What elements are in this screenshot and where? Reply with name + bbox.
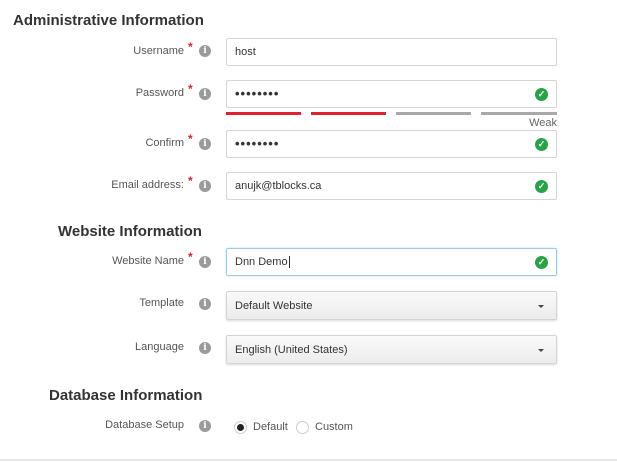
- check-icon: ✓: [535, 180, 548, 193]
- info-icon[interactable]: i: [199, 256, 211, 268]
- template-label: Template: [139, 297, 184, 309]
- database-setup-label: Database Setup: [105, 419, 184, 431]
- password-strength-text: Weak: [529, 117, 557, 129]
- required-marker: *: [188, 174, 193, 188]
- radio-custom[interactable]: [296, 421, 309, 434]
- check-icon: ✓: [535, 88, 548, 101]
- confirm-password-input[interactable]: •••••••• ✓: [226, 130, 557, 158]
- strength-bar-2: [311, 112, 386, 115]
- check-icon: ✓: [535, 256, 548, 269]
- template-value: Default Website: [235, 300, 313, 312]
- caret-down-icon: [538, 349, 544, 352]
- strength-bar-3: [396, 112, 471, 115]
- website-name-label: Website Name: [112, 255, 184, 267]
- website-section-heading: Website Information: [58, 223, 202, 240]
- website-name-input[interactable]: Dnn Demo ✓: [226, 248, 557, 276]
- password-value: ••••••••: [235, 86, 280, 101]
- website-name-value: Dnn Demo: [235, 256, 288, 268]
- bottom-divider: [0, 459, 617, 461]
- info-icon[interactable]: i: [199, 88, 211, 100]
- email-value: anujk@tblocks.ca: [235, 180, 322, 192]
- radio-default[interactable]: [234, 421, 247, 434]
- password-label: Password: [135, 87, 184, 99]
- password-input[interactable]: •••••••• ✓: [226, 80, 557, 108]
- required-marker: *: [188, 250, 193, 264]
- strength-bar-1: [226, 112, 301, 115]
- confirm-label: Confirm: [145, 137, 184, 149]
- info-icon[interactable]: i: [199, 342, 211, 354]
- username-label: Username: [133, 45, 184, 57]
- template-select[interactable]: Default Website: [226, 291, 557, 320]
- check-icon: ✓: [535, 138, 548, 151]
- radio-default-label[interactable]: Default: [253, 421, 288, 433]
- strength-bar-4: [481, 112, 557, 115]
- confirm-value: ••••••••: [235, 136, 280, 151]
- radio-custom-label[interactable]: Custom: [315, 421, 353, 433]
- caret-down-icon: [538, 305, 544, 308]
- language-label: Language: [135, 341, 184, 353]
- info-icon[interactable]: i: [199, 298, 211, 310]
- username-input[interactable]: host: [226, 38, 557, 66]
- email-input[interactable]: anujk@tblocks.ca ✓: [226, 172, 557, 200]
- language-select[interactable]: English (United States): [226, 335, 557, 364]
- required-marker: *: [188, 132, 193, 146]
- info-icon[interactable]: i: [199, 45, 211, 57]
- admin-section-heading: Administrative Information: [13, 12, 204, 29]
- language-value: English (United States): [235, 344, 348, 356]
- info-icon[interactable]: i: [199, 138, 211, 150]
- required-marker: *: [188, 40, 193, 54]
- info-icon[interactable]: i: [199, 180, 211, 192]
- info-icon[interactable]: i: [199, 420, 211, 432]
- database-section-heading: Database Information: [49, 387, 203, 404]
- required-marker: *: [188, 82, 193, 96]
- email-label: Email address:: [111, 179, 184, 191]
